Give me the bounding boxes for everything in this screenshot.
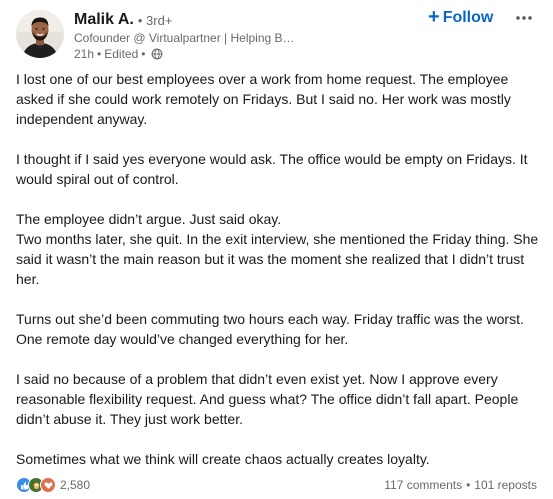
reposts-count[interactable]: 101 reposts xyxy=(474,478,537,492)
globe-icon xyxy=(151,48,163,60)
counts-separator: • xyxy=(466,478,471,492)
post-text: I lost one of our best employees over a … xyxy=(16,69,540,469)
comments-count[interactable]: 117 comments xyxy=(384,478,462,492)
author-avatar[interactable] xyxy=(16,10,64,58)
post-paragraph: Turns out she’d been commuting two hours… xyxy=(16,311,524,347)
connection-degree: • 3rd+ xyxy=(137,12,173,28)
edited-label: Edited xyxy=(104,47,139,61)
follow-label: Follow xyxy=(442,9,494,26)
love-icon xyxy=(40,477,56,493)
reaction-count: 2,580 xyxy=(60,478,91,492)
engagement-counts: 117 comments • 101 reposts xyxy=(384,477,537,493)
reaction-icons xyxy=(16,477,56,493)
post-meta: 21h • Edited • xyxy=(74,46,163,62)
more-horizontal-icon xyxy=(516,16,532,20)
post-paragraph: The employee didn’t argue. Just said oka… xyxy=(16,211,282,227)
post-paragraph: I said no because of a problem that didn… xyxy=(16,371,519,427)
post-paragraph: Two months later, she quit. In the exit … xyxy=(16,231,539,287)
post-paragraph: I lost one of our best employees over a … xyxy=(16,71,511,127)
post-time[interactable]: 21h xyxy=(74,47,94,61)
author-name-row: Malik A. • 3rd+ xyxy=(74,10,172,30)
follow-button[interactable]: + Follow xyxy=(424,6,497,30)
meta-separator: • xyxy=(141,47,146,61)
more-options-button[interactable] xyxy=(510,6,538,30)
post-paragraph: Sometimes what we think will create chao… xyxy=(16,451,430,467)
author-name[interactable]: Malik A. xyxy=(74,11,134,29)
plus-icon: + xyxy=(428,6,440,28)
feed-post-card: Malik A. • 3rd+ Cofounder @ Virtualpartn… xyxy=(0,0,553,499)
post-paragraph: I thought if I said yes everyone would a… xyxy=(16,151,528,187)
reactions-summary[interactable]: 2,580 xyxy=(16,476,90,494)
author-headline: Cofounder @ Virtualpartner | Helping Bus… xyxy=(74,31,299,45)
meta-separator: • xyxy=(97,47,102,61)
